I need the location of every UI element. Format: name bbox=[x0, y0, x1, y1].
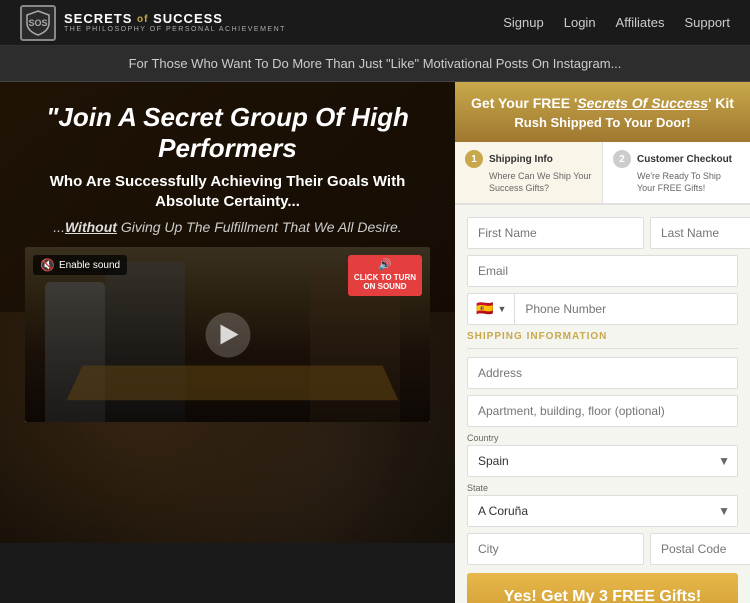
sub-headline: Who Are Successfully Achieving Their Goa… bbox=[25, 172, 430, 211]
country-wrapper: Spain ▼ bbox=[467, 445, 738, 477]
tagline-without: Without bbox=[65, 219, 117, 235]
state-wrapper: A Coruña ▼ bbox=[467, 495, 738, 527]
step-1-desc: Where Can We Ship Your Success Gifts? bbox=[465, 171, 592, 194]
cta-label: Yes! Get My 3 FREE Gifts! bbox=[481, 587, 724, 603]
mute-icon: 🔇 bbox=[40, 258, 55, 272]
banner-text: For Those Who Want To Do More Than Just … bbox=[129, 56, 622, 71]
tagline-after: Giving Up The Fulfillment That We All De… bbox=[117, 219, 402, 235]
apartment-row bbox=[467, 395, 738, 427]
flag-dropdown-icon: ▼ bbox=[497, 304, 506, 314]
signup-form: Get Your FREE 'Secrets Of Success' Kit R… bbox=[455, 82, 750, 603]
logo-text: SECRETS of SUCCESS THE PHILOSOPHY OF PER… bbox=[64, 12, 286, 34]
main-headline: "Join A Secret Group Of High Performers bbox=[25, 102, 430, 164]
click-sound-line2: ON SOUND bbox=[354, 282, 416, 292]
step-2-title: Customer Checkout bbox=[637, 154, 732, 165]
phone-flag-selector[interactable]: 🇪🇸 ▼ bbox=[467, 293, 514, 325]
form-body: 🇪🇸 ▼ SHIPPING INFORMATION Country Spain … bbox=[455, 205, 750, 603]
logo-brand: SECRETS of SUCCESS bbox=[64, 12, 286, 26]
step-2: 2 Customer Checkout We're Ready To Ship … bbox=[603, 142, 750, 202]
logo: SOS SECRETS of SUCCESS THE PHILOSOPHY OF… bbox=[20, 5, 286, 41]
form-header: Get Your FREE 'Secrets Of Success' Kit R… bbox=[455, 82, 750, 142]
email-row bbox=[467, 255, 738, 287]
last-name-input[interactable] bbox=[650, 217, 750, 249]
cta-button[interactable]: Yes! Get My 3 FREE Gifts! And Test-Drive… bbox=[467, 573, 738, 603]
form-header-title: Get Your FREE 'Secrets Of Success' Kit bbox=[470, 94, 735, 112]
email-input[interactable] bbox=[467, 255, 738, 287]
nav-login[interactable]: Login bbox=[564, 15, 596, 30]
main-layout: "Join A Secret Group Of High Performers … bbox=[0, 82, 750, 603]
click-to-sound-badge[interactable]: 🔊 CLICK TO TURN ON SOUND bbox=[348, 255, 422, 295]
svg-text:SOS: SOS bbox=[28, 18, 47, 28]
logo-shield-icon: SOS bbox=[20, 5, 56, 41]
country-label: Country bbox=[467, 433, 738, 443]
shipping-section-label: SHIPPING INFORMATION bbox=[467, 331, 738, 342]
step-1: 1 Shipping Info Where Can We Ship Your S… bbox=[455, 142, 603, 202]
nav-signup[interactable]: Signup bbox=[503, 15, 543, 30]
hero-section: "Join A Secret Group Of High Performers … bbox=[0, 82, 455, 603]
sound-badge[interactable]: 🔇 Enable sound bbox=[33, 255, 127, 275]
city-input[interactable] bbox=[467, 533, 644, 565]
nav-links: Signup Login Affiliates Support bbox=[503, 15, 730, 30]
postal-input[interactable] bbox=[650, 533, 750, 565]
apartment-input[interactable] bbox=[467, 395, 738, 427]
form-header-sub: Rush Shipped To Your Door! bbox=[470, 115, 735, 130]
announcement-banner: For Those Who Want To Do More Than Just … bbox=[0, 46, 750, 82]
enable-sound-label: Enable sound bbox=[59, 260, 120, 271]
phone-input[interactable] bbox=[514, 293, 738, 325]
nav-affiliates[interactable]: Affiliates bbox=[616, 15, 665, 30]
play-button[interactable] bbox=[205, 312, 250, 357]
flag-icon: 🇪🇸 bbox=[476, 300, 493, 317]
step-2-desc: We're Ready To Ship Your FREE Gifts! bbox=[613, 171, 740, 194]
tagline-ellipsis: ... bbox=[53, 219, 65, 235]
phone-row: 🇪🇸 ▼ bbox=[467, 293, 738, 325]
name-row bbox=[467, 217, 738, 249]
video-player[interactable]: 🔇 Enable sound 🔊 CLICK TO TURN ON SOUND bbox=[25, 247, 430, 422]
state-label: State bbox=[467, 483, 738, 493]
header: SOS SECRETS of SUCCESS THE PHILOSOPHY OF… bbox=[0, 0, 750, 46]
click-sound-line1: CLICK TO TURN bbox=[354, 273, 416, 283]
address-row bbox=[467, 357, 738, 389]
step-2-num: 2 bbox=[613, 150, 631, 168]
logo-tagline: THE PHILOSOPHY OF PERSONAL ACHIEVEMENT bbox=[64, 26, 286, 34]
step-1-title: Shipping Info bbox=[489, 154, 553, 165]
country-select[interactable]: Spain bbox=[467, 445, 738, 477]
address-input[interactable] bbox=[467, 357, 738, 389]
tagline: ...Without Giving Up The Fulfillment Tha… bbox=[25, 219, 430, 235]
play-icon bbox=[221, 325, 239, 345]
step-1-num: 1 bbox=[465, 150, 483, 168]
section-divider bbox=[467, 348, 738, 349]
first-name-input[interactable] bbox=[467, 217, 644, 249]
state-select[interactable]: A Coruña bbox=[467, 495, 738, 527]
form-steps: 1 Shipping Info Where Can We Ship Your S… bbox=[455, 142, 750, 204]
nav-support[interactable]: Support bbox=[684, 15, 730, 30]
city-postal-row bbox=[467, 533, 738, 565]
